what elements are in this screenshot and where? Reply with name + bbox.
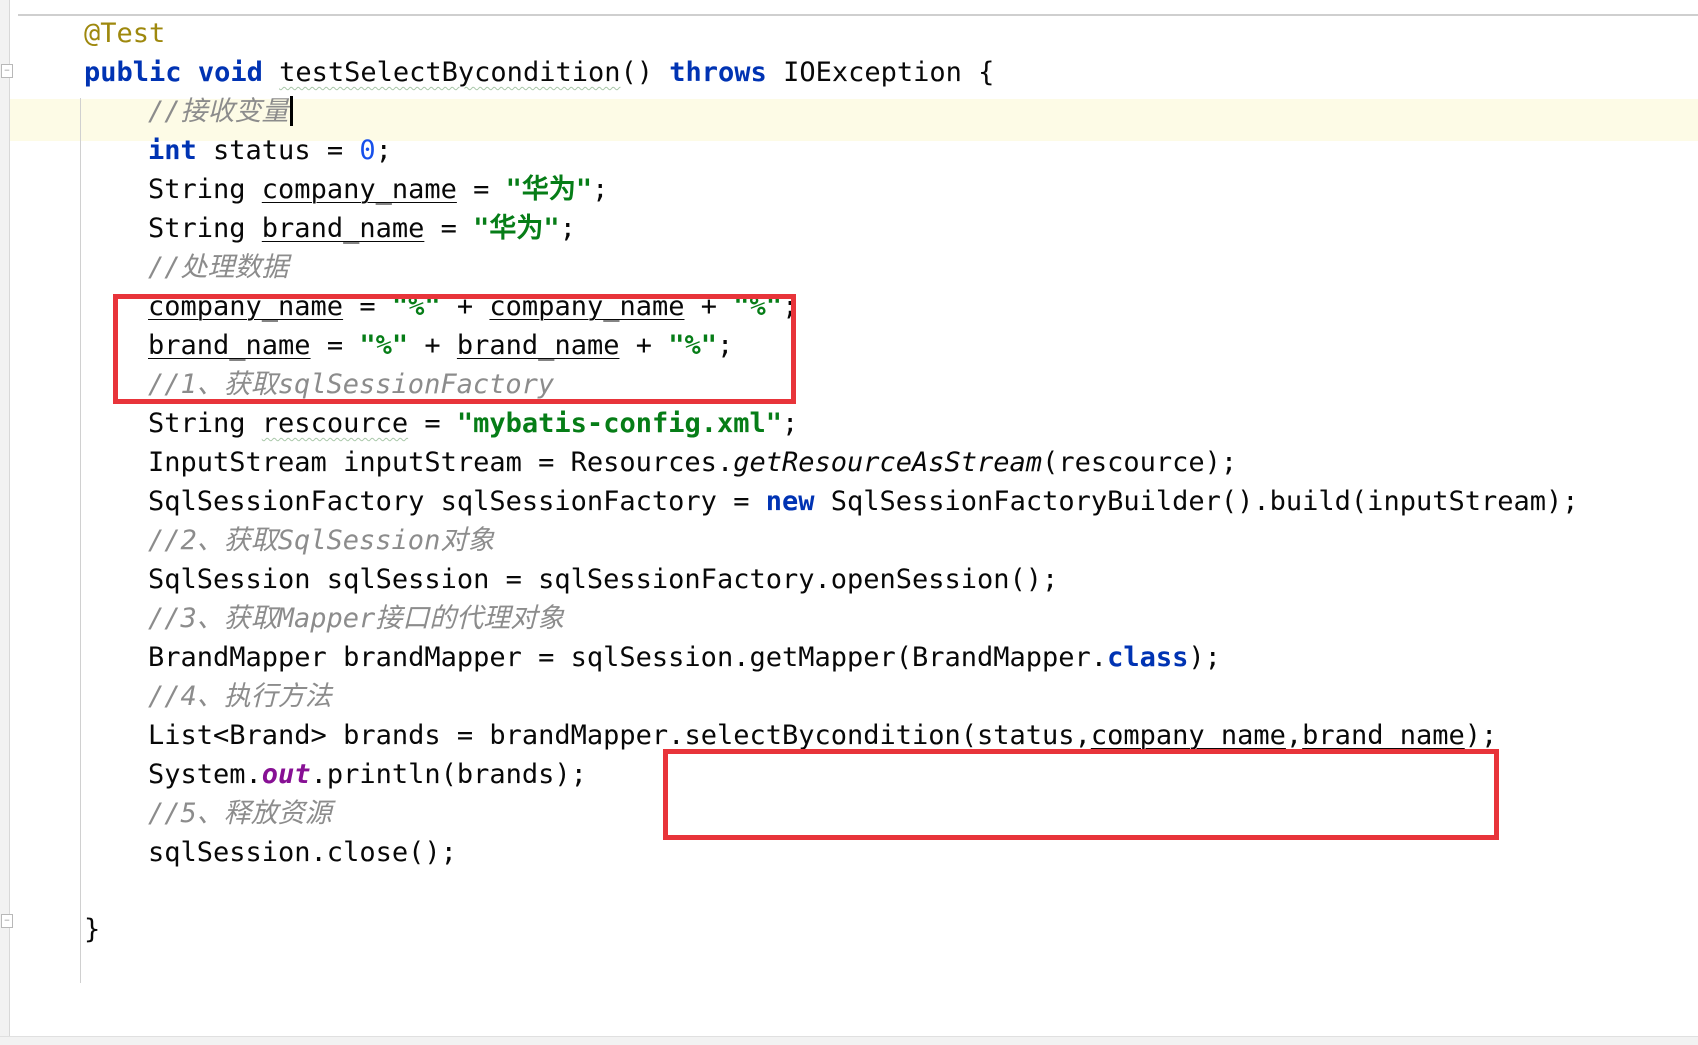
type-string: String [148,213,262,244]
resource-declaration-line: String rescource = "mybatis-config.xml"; [148,403,798,445]
comment-line-step2: //2、获取SqlSession对象 [148,520,494,562]
method-name[interactable]: testSelectBycondition [279,57,620,88]
call-close: ); [1188,642,1221,673]
code-editor[interactable]: @Test public void testSelectBycondition(… [0,0,1698,1045]
annotation-line: @Test [84,13,165,55]
status-declaration-line: int status = 0; [148,130,392,172]
call-args: (rescource); [1042,447,1238,478]
keyword-class: class [1107,642,1189,673]
editor-bottom-strip [0,1036,1698,1045]
factory-line: SqlSessionFactory sqlSessionFactory = ne… [148,481,1579,523]
type-string: String [148,408,262,439]
comment-step4: //4、执行方法 [148,681,332,712]
factory-builder-call: SqlSessionFactoryBuilder().build(inputSt… [814,486,1579,517]
session-decl: SqlSession sqlSession = sqlSessionFactor… [148,564,1059,595]
mapper-line: BrandMapper brandMapper = sqlSession.get… [148,637,1221,679]
exception-type: IOException { [766,57,995,88]
comment-line-process: //处理数据 [148,247,289,289]
highlight-box-select [663,749,1499,840]
string-literal: "mybatis-config.xml" [456,408,782,439]
semicolon: ; [559,213,576,244]
static-field-out[interactable]: out [262,759,311,790]
text-caret [289,96,293,126]
comment-line-step5: //5、释放资源 [148,793,332,835]
method-signature-line: public void testSelectBycondition() thro… [84,52,994,94]
assign-op: = [456,174,506,205]
semicolon: ; [782,408,799,439]
comment-step3: //3、获取Mapper接口的代理对象 [148,603,565,634]
keyword-new: new [765,486,815,517]
keyword-public: public [84,57,182,88]
comment-line-step3: //3、获取Mapper接口的代理对象 [148,598,564,640]
semicolon: ; [375,135,392,166]
assign-op: = [424,213,474,244]
comment-step2: //2、获取SqlSession对象 [148,525,495,556]
type-string: String [148,174,262,205]
system-class: System. [148,759,262,790]
closing-brace: } [84,914,101,945]
var-brand-name[interactable]: brand_name [262,213,425,244]
arg-company-name[interactable]: company_name [1091,720,1286,751]
var-rescource[interactable]: rescource [262,408,408,439]
brand-declaration-line: String brand_name = "华为"; [148,208,576,250]
select-method-call[interactable]: selectBycondition(status, [684,720,1090,751]
close-line: sqlSession.close(); [148,832,457,874]
factory-decl: SqlSessionFactory sqlSessionFactory = [148,486,766,517]
assign-op: = [408,408,457,439]
keyword-int: int [148,135,197,166]
comment-process: //处理数据 [148,252,289,283]
inputstream-line: InputStream inputStream = Resources.getR… [148,442,1237,484]
annotation-test: @Test [84,18,166,49]
static-method-call[interactable]: getResourceAsStream [733,447,1042,478]
comma: , [1285,720,1303,751]
string-literal: "华为" [505,174,593,205]
method-parens: () [620,57,670,88]
comment-line-step4: //4、执行方法 [148,676,332,718]
highlight-box-process [113,294,796,404]
mapper-decl: BrandMapper brandMapper = sqlSession.get… [148,642,1108,673]
arg-brand-name[interactable]: brand_name [1302,720,1465,751]
string-literal: "华为" [473,213,560,244]
comment-step5: //5、释放资源 [148,798,332,829]
status-value: 0 [359,135,376,166]
comment-line-receive: //接收变量 [148,91,293,133]
comment-receive: //接收变量 [148,96,289,127]
call-close: ); [1464,720,1498,751]
print-line: System.out.println(brands); [148,754,587,796]
inputstream-decl: InputStream inputStream = Resources. [148,447,734,478]
company-declaration-line: String company_name = "华为"; [148,169,608,211]
session-line: SqlSession sqlSession = sqlSessionFactor… [148,559,1058,601]
println-call: .println(brands); [310,759,587,790]
select-decl: List<Brand> brands = brandMapper. [148,720,685,751]
keyword-void: void [197,57,263,88]
status-assign: status = [196,135,360,166]
keyword-throws: throws [669,57,767,88]
close-call: sqlSession.close(); [148,837,457,868]
var-company-name[interactable]: company_name [262,174,457,205]
closing-brace-line: } [84,909,100,951]
semicolon: ; [592,174,609,205]
